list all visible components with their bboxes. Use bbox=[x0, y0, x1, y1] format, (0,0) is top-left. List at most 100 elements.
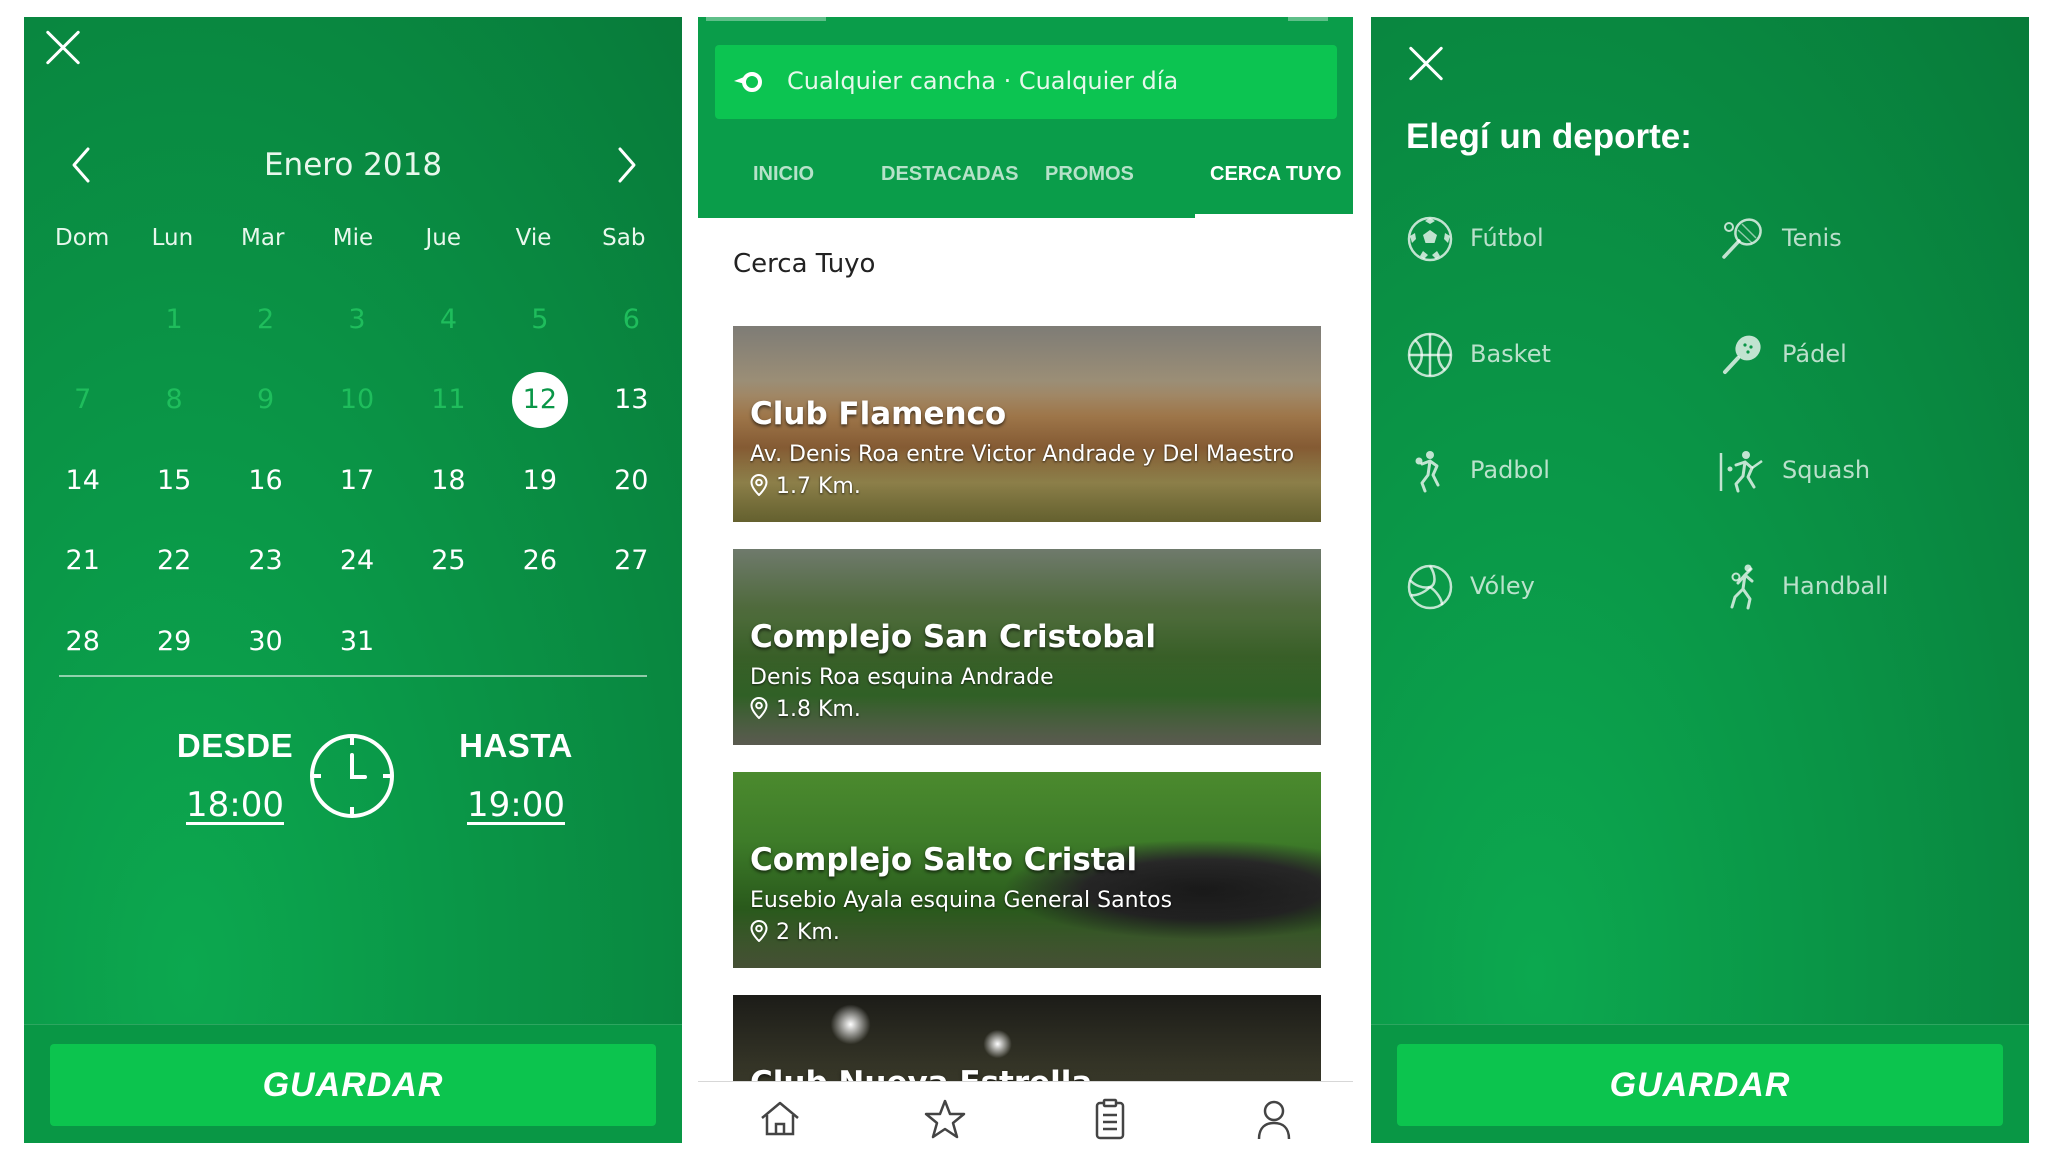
sport-option-tenis[interactable]: Tenis bbox=[1718, 209, 2008, 269]
sport-option-basket[interactable]: Basket bbox=[1406, 325, 1696, 385]
location-pin-icon bbox=[750, 474, 768, 496]
calendar-day[interactable]: 27 bbox=[586, 521, 677, 602]
save-button[interactable]: GUARDAR bbox=[50, 1044, 656, 1126]
divider bbox=[59, 675, 647, 677]
calendar-day[interactable]: 31 bbox=[311, 601, 402, 682]
calendar-day[interactable]: 13 bbox=[586, 360, 677, 441]
calendar-day[interactable]: 15 bbox=[128, 440, 219, 521]
calendar-day[interactable]: 30 bbox=[220, 601, 311, 682]
clipboard-icon[interactable] bbox=[1088, 1098, 1132, 1140]
sport-label: Vóley bbox=[1470, 572, 1535, 600]
venue-list-screen: Cualquier cancha · Cualquier día INICIO … bbox=[698, 17, 1353, 1143]
squash-player-icon bbox=[1719, 451, 1763, 493]
venue-name: Club Flamenco bbox=[750, 396, 1007, 432]
sport-label: Tenis bbox=[1782, 224, 1842, 252]
close-icon[interactable] bbox=[44, 29, 82, 67]
sport-option-futbol[interactable]: Fútbol bbox=[1406, 209, 1696, 269]
calendar-day: 5 bbox=[531, 303, 549, 335]
sport-label: Basket bbox=[1470, 340, 1551, 368]
calendar-day: 7 bbox=[74, 384, 92, 416]
calendar-day[interactable]: 28 bbox=[37, 601, 128, 682]
calendar-day[interactable]: 20 bbox=[586, 440, 677, 521]
star-icon[interactable] bbox=[923, 1098, 967, 1140]
calendar-day[interactable]: 22 bbox=[128, 521, 219, 602]
sport-option-handball[interactable]: Handball bbox=[1718, 557, 2008, 617]
basketball-icon bbox=[1407, 332, 1453, 378]
save-button[interactable]: GUARDAR bbox=[1397, 1044, 2003, 1126]
tab-promos[interactable]: PROMOS bbox=[1045, 163, 1134, 218]
weekday-label: Dom bbox=[55, 225, 110, 251]
tab-cerca-tuyo[interactable]: CERCA TUYO bbox=[1210, 163, 1341, 218]
venue-distance: 2 Km. bbox=[750, 920, 840, 945]
calendar-day[interactable]: 18 bbox=[403, 440, 494, 521]
soccer-ball-icon bbox=[1407, 216, 1453, 262]
home-icon[interactable] bbox=[758, 1098, 802, 1140]
weekday-label: Jue bbox=[425, 225, 462, 251]
calendar-day[interactable]: 25 bbox=[403, 521, 494, 602]
calendar-day[interactable]: 14 bbox=[37, 440, 128, 521]
from-label: DESDE bbox=[176, 727, 294, 764]
weekday-header: Dom Lun Mar Mie Jue Vie Sab bbox=[24, 225, 682, 261]
sport-option-voley[interactable]: Vóley bbox=[1406, 557, 1696, 617]
venue-distance: 1.8 Km. bbox=[750, 697, 861, 722]
clock-icon bbox=[310, 734, 394, 818]
sport-picker-screen: Elegí un deporte: Fútbol Basket Padbol V… bbox=[1371, 17, 2029, 1143]
calendar-day: 6 bbox=[622, 303, 640, 335]
sport-option-padel[interactable]: Pádel bbox=[1718, 325, 2008, 385]
calendar-day[interactable]: 24 bbox=[311, 521, 402, 602]
bottom-bar: GUARDAR bbox=[1371, 1024, 2029, 1143]
handball-player-icon bbox=[1730, 564, 1754, 610]
to-label: HASTA bbox=[459, 727, 573, 764]
calendar-day: 3 bbox=[348, 303, 366, 335]
tab-inicio[interactable]: INICIO bbox=[753, 163, 814, 218]
search-bar[interactable]: Cualquier cancha · Cualquier día bbox=[715, 45, 1337, 119]
calendar-day: 10 bbox=[339, 384, 375, 416]
to-time-value[interactable]: 19:00 bbox=[467, 785, 565, 825]
calendar-day: 8 bbox=[165, 384, 183, 416]
weekday-label: Vie bbox=[515, 225, 552, 251]
calendar-day: 1 bbox=[165, 303, 183, 335]
calendar-day[interactable]: 19 bbox=[494, 440, 585, 521]
close-icon[interactable] bbox=[1407, 45, 1445, 83]
whistle-icon bbox=[734, 72, 762, 92]
status-bar-fragment bbox=[1288, 17, 1328, 21]
chevron-right-icon[interactable] bbox=[606, 143, 646, 187]
venue-address: Av. Denis Roa entre Victor Andrade y Del… bbox=[750, 442, 1295, 467]
month-header: Enero 2018 bbox=[24, 135, 682, 195]
weekday-label: Mar bbox=[241, 225, 285, 251]
from-time-value[interactable]: 18:00 bbox=[186, 785, 284, 825]
venue-distance-text: 1.8 Km. bbox=[776, 697, 861, 722]
list-header: Cualquier cancha · Cualquier día INICIO … bbox=[698, 17, 1353, 218]
user-icon[interactable] bbox=[1252, 1098, 1296, 1140]
sport-option-squash[interactable]: Squash bbox=[1718, 441, 2008, 501]
calendar-day[interactable]: 16 bbox=[220, 440, 311, 521]
calendar-day: 4 bbox=[439, 303, 458, 335]
venue-distance: 1.7 Km. bbox=[750, 474, 861, 499]
venue-card[interactable]: Complejo Salto Cristal Eusebio Ayala esq… bbox=[733, 772, 1321, 968]
sport-option-padbol[interactable]: Padbol bbox=[1406, 441, 1696, 501]
tennis-racket-icon bbox=[1722, 218, 1762, 259]
weekday-label: Sab bbox=[602, 225, 646, 251]
search-text: Cualquier cancha · Cualquier día bbox=[787, 67, 1179, 95]
venue-card[interactable]: Complejo San Cristobal Denis Roa esquina… bbox=[733, 549, 1321, 745]
venue-card[interactable]: Club Flamenco Av. Denis Roa entre Victor… bbox=[733, 326, 1321, 522]
tab-destacadas[interactable]: DESTACADAS bbox=[881, 163, 1018, 218]
venue-address: Denis Roa esquina Andrade bbox=[750, 665, 1054, 690]
calendar-day[interactable]: 29 bbox=[128, 601, 219, 682]
sport-label: Pádel bbox=[1782, 340, 1847, 368]
calendar-day[interactable]: 26 bbox=[494, 521, 585, 602]
weekday-label: Mie bbox=[332, 225, 374, 251]
calendar-empty-cell bbox=[37, 279, 128, 360]
from-time-block: DESDE 18:00 bbox=[135, 727, 335, 825]
calendar-day: 2 bbox=[256, 303, 275, 335]
calendar-day: 9 bbox=[256, 384, 275, 416]
venue-name: Complejo San Cristobal bbox=[750, 619, 1156, 655]
calendar-day[interactable]: 17 bbox=[311, 440, 402, 521]
sport-label: Fútbol bbox=[1470, 224, 1544, 252]
calendar-day[interactable]: 21 bbox=[37, 521, 128, 602]
sport-label: Squash bbox=[1782, 456, 1871, 484]
venue-distance-text: 1.7 Km. bbox=[776, 474, 861, 499]
selected-day-circle: 12 bbox=[511, 371, 568, 428]
calendar-day[interactable]: 23 bbox=[220, 521, 311, 602]
calendar-day-selected[interactable]: 12 bbox=[494, 360, 585, 441]
